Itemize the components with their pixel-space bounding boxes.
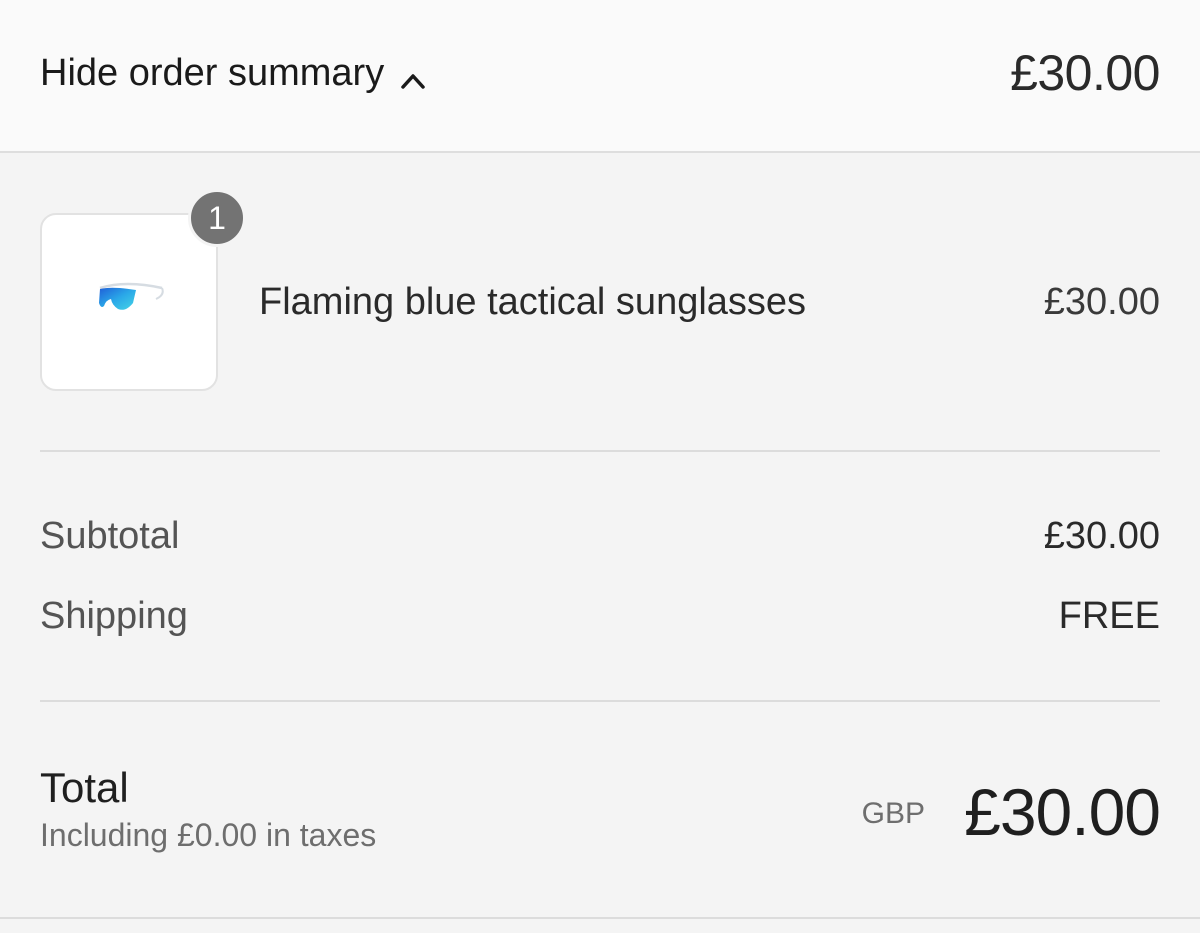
subtotal-label: Subtotal (40, 515, 180, 557)
divider (40, 700, 1160, 702)
tax-note: Including £0.00 in taxes (40, 817, 377, 853)
order-summary-header: Hide order summary £30.00 (0, 0, 1200, 153)
hide-order-summary-toggle[interactable]: Hide order summary (40, 52, 428, 95)
line-item: 1 Flaming blue tactical sunglasses £30.0… (40, 189, 1160, 391)
toggle-label: Hide order summary (40, 52, 385, 94)
product-name: Flaming blue tactical sunglasses (259, 281, 807, 323)
grand-total: £30.00 (964, 775, 1161, 849)
subtotal-value: £30.00 (1043, 515, 1160, 557)
shipping-label: Shipping (40, 595, 188, 637)
shipping-row: Shipping FREE (40, 595, 1160, 638)
product-price: £30.00 (1043, 281, 1160, 323)
divider (40, 450, 1160, 452)
quantity-badge: 1 (188, 189, 246, 247)
header-total-price: £30.00 (1010, 45, 1160, 101)
chevron-up-icon (398, 63, 428, 93)
sunglasses-image (99, 282, 164, 310)
bottom-divider (0, 917, 1200, 919)
shipping-value: FREE (1058, 595, 1160, 637)
product-thumbnail: 1 (40, 189, 246, 391)
currency-code: GBP (861, 797, 925, 830)
total-label: Total (40, 764, 129, 811)
subtotal-row: Subtotal £30.00 (40, 515, 1160, 558)
